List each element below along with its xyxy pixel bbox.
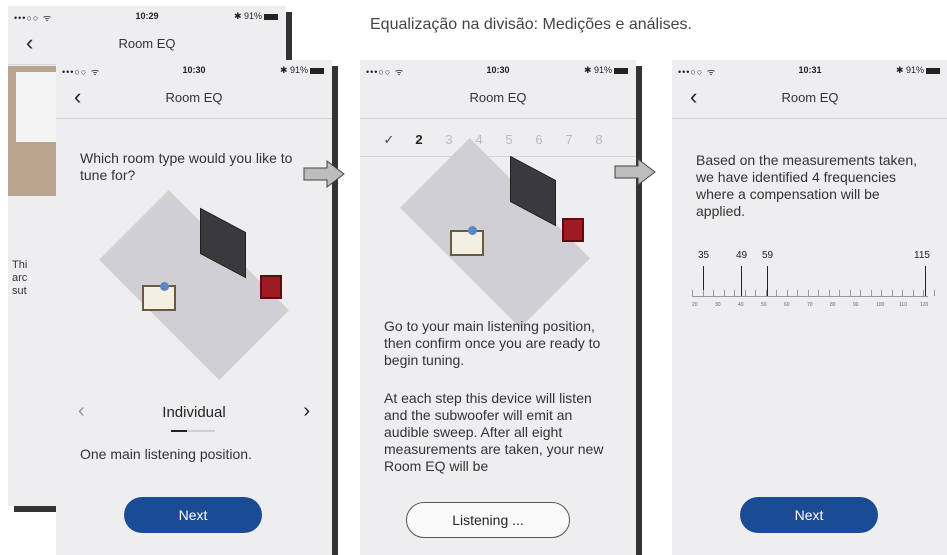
step: 5 xyxy=(505,132,513,147)
axis-minor-tick xyxy=(849,290,851,296)
axis-minor-tick xyxy=(734,290,735,296)
screen-room-type: •••○○ ᯤ 10:30 ✱ 91% ‹ Room EQ Which room… xyxy=(56,60,332,555)
axis-tick-label: 50 xyxy=(761,302,767,308)
listening-explanation: At each step this device will listen and… xyxy=(384,390,604,474)
next-button[interactable]: Next xyxy=(124,497,262,533)
battery-icon: ✱ 91% xyxy=(896,65,940,76)
nav-title: Room EQ xyxy=(781,90,839,105)
frequency-marker xyxy=(741,266,742,296)
axis-minor-tick xyxy=(912,290,914,296)
nav-title: Room EQ xyxy=(165,90,223,105)
page-indicator xyxy=(171,430,215,432)
subwoofer-icon xyxy=(260,275,282,299)
axis-tick-label: 20 xyxy=(692,302,698,308)
axis-minor-tick xyxy=(755,290,756,296)
sofa-icon xyxy=(142,285,176,311)
nav-bar: ‹ Room EQ xyxy=(672,80,947,119)
step-done-icon: ✓ xyxy=(383,132,395,147)
step-current: 2 xyxy=(415,132,423,147)
axis-minor-tick xyxy=(839,290,840,296)
status-bar: •••○○ ᯤ 10:31 ✱ 91% xyxy=(672,60,947,80)
step: 3 xyxy=(445,132,453,147)
axis-tick-label: 80 xyxy=(830,302,836,308)
room-illustration xyxy=(84,190,304,380)
axis-tick-label: 90 xyxy=(853,302,859,308)
truncated-text: Thi arc sut xyxy=(12,259,28,297)
next-button[interactable]: Next xyxy=(740,497,878,533)
battery-icon: ✱ 91% xyxy=(234,11,278,22)
axis-minor-tick xyxy=(828,290,830,296)
axis-minor-tick xyxy=(786,290,788,296)
page-caption: Equalização na divisão: Medições e análi… xyxy=(370,16,692,33)
nav-bar: ‹ Room EQ xyxy=(56,80,332,119)
axis-minor-tick xyxy=(923,290,924,296)
subwoofer-icon xyxy=(562,218,584,242)
step: 8 xyxy=(595,132,603,147)
status-bar: •••○○ ᯤ 10:30 ✱ 91% xyxy=(360,60,636,80)
arrow-right-icon xyxy=(303,160,345,188)
frequency-label: 115 xyxy=(914,250,930,261)
axis-tick-label: 70 xyxy=(807,302,813,308)
room-illustration xyxy=(380,138,610,328)
status-bar: •••○○ ᯤ 10:30 ✱ 91% xyxy=(56,60,332,80)
axis-minor-tick xyxy=(870,290,872,296)
arrow-right-icon xyxy=(614,158,656,186)
frequency-label: 49 xyxy=(736,250,748,261)
battery-icon: ✱ 91% xyxy=(584,65,628,76)
axis-minor-tick xyxy=(818,290,819,296)
next-option-icon[interactable]: › xyxy=(303,400,310,423)
axis-minor-tick xyxy=(702,290,704,296)
axis-minor-tick xyxy=(744,290,746,296)
axis-minor-tick xyxy=(713,290,714,296)
listening-button[interactable]: Listening ... xyxy=(406,502,570,538)
axis-tick-label: 110 xyxy=(899,302,907,308)
axis-tick-label: 120 xyxy=(920,302,929,308)
axis-minor-tick xyxy=(860,290,861,296)
room-type-question: Which room type would you like to tune f… xyxy=(80,150,293,183)
axis-minor-tick xyxy=(776,290,777,296)
frequency-marker xyxy=(767,266,768,296)
frequency-axis xyxy=(692,296,928,297)
axis-minor-tick xyxy=(933,290,935,296)
room-type-description: One main listening position. xyxy=(80,446,252,462)
room-type-value: Individual xyxy=(162,404,226,421)
step: 7 xyxy=(565,132,573,147)
axis-tick-label: 30 xyxy=(715,302,721,308)
frequency-labels: 35 49 59 115 xyxy=(692,250,930,264)
frequency-label: 59 xyxy=(762,250,774,261)
nav-bar: Room EQ xyxy=(360,80,636,119)
screen-analysis: •••○○ ᯤ 10:31 ✱ 91% ‹ Room EQ Based on t… xyxy=(672,60,947,555)
axis-minor-tick xyxy=(807,290,809,296)
nav-title: Room EQ xyxy=(118,36,176,51)
analysis-result-text: Based on the measurements taken, we have… xyxy=(696,152,918,219)
room-type-selector[interactable]: ‹ Individual › xyxy=(78,400,310,424)
page-indicator-active xyxy=(171,430,187,432)
axis-tick-label: 60 xyxy=(784,302,790,308)
status-bar: •••○○ ᯤ 10:29 ✱ 91% xyxy=(8,6,286,26)
listener-icon xyxy=(468,226,477,235)
axis-minor-tick xyxy=(881,290,882,296)
step: 6 xyxy=(535,132,543,147)
screen-measure: •••○○ ᯤ 10:30 ✱ 91% Room EQ ✓ 2 3 4 5 6 7 8 Go … xyxy=(360,60,636,555)
sofa-icon xyxy=(450,230,484,256)
axis-tick-label: 100 xyxy=(876,302,885,308)
nav-title: Room EQ xyxy=(469,90,527,105)
listener-icon xyxy=(160,282,169,291)
axis-minor-tick xyxy=(797,290,798,296)
axis-minor-tick xyxy=(765,290,767,296)
axis-minor-tick xyxy=(723,290,725,296)
battery-icon: ✱ 91% xyxy=(280,65,324,76)
axis-minor-tick xyxy=(891,290,893,296)
axis-minor-tick xyxy=(692,290,693,296)
frequency-marker xyxy=(925,266,926,296)
axis-tick-label: 40 xyxy=(738,302,744,308)
listening-instruction: Go to your main listening position, then… xyxy=(384,318,601,368)
divider xyxy=(360,156,636,157)
axis-minor-tick xyxy=(902,290,903,296)
room-photo-wall xyxy=(16,72,56,142)
step-indicator: ✓ 2 3 4 5 6 7 8 xyxy=(374,132,622,150)
frequency-label: 35 xyxy=(698,250,710,261)
